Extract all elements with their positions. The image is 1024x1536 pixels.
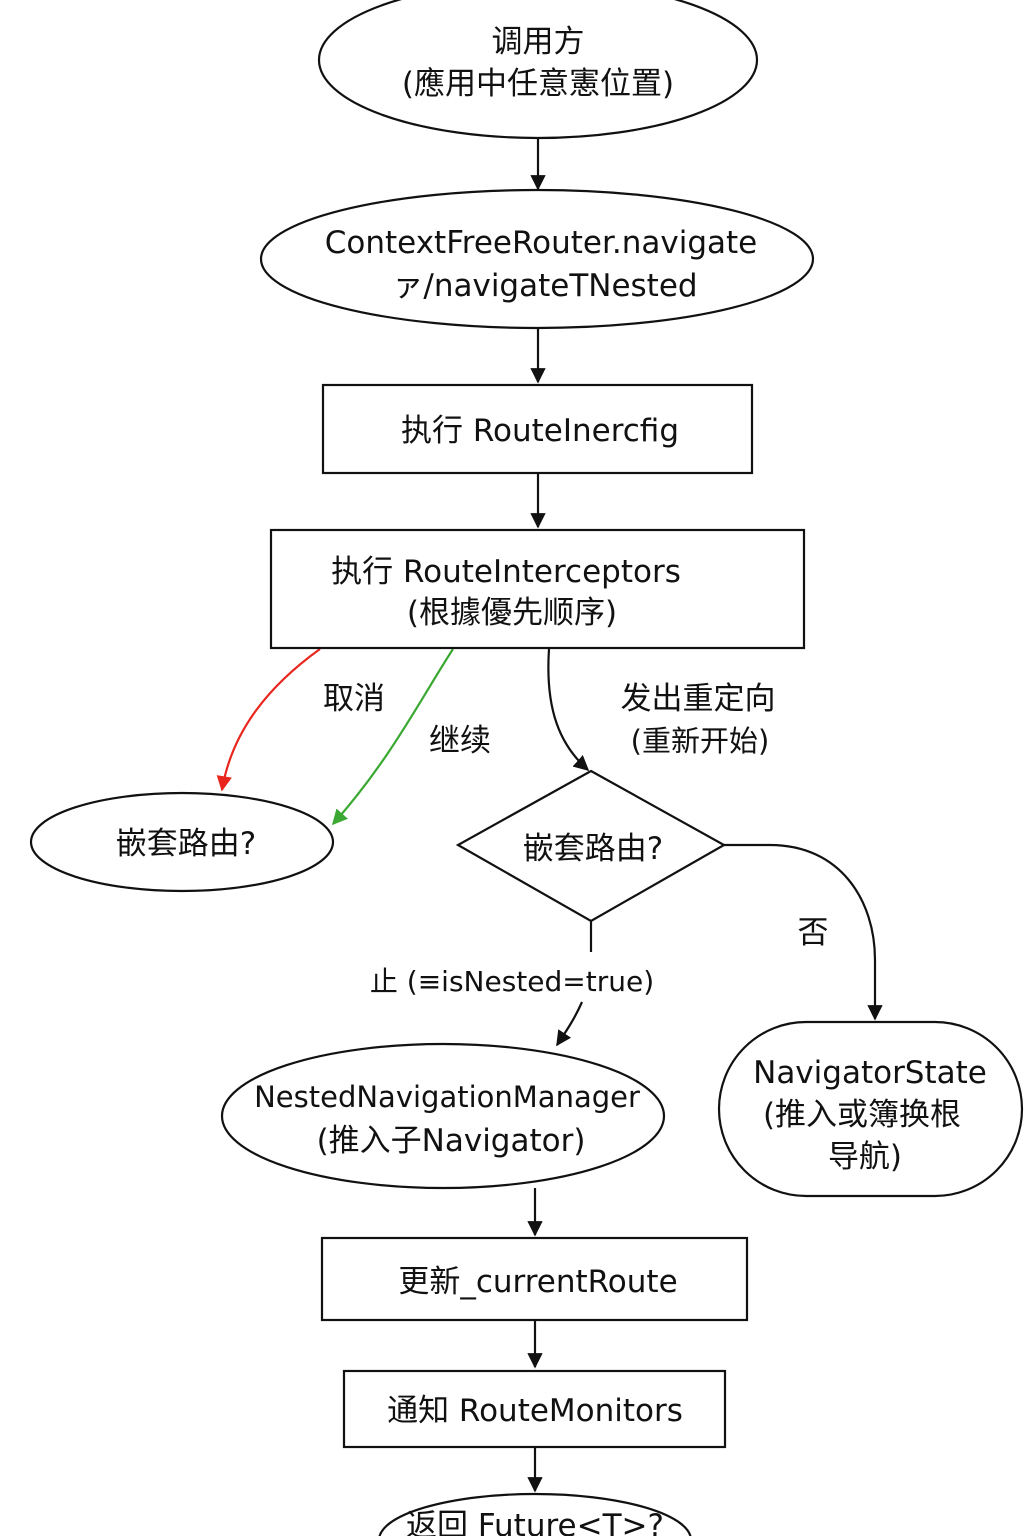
flowchart: 调用方 (應用中任意憲位置) ContextFreeRouter.navigat… bbox=[29, 0, 1024, 1536]
node-navigator-state-line3: 导航) bbox=[828, 1139, 902, 1175]
node-navigator-state-line1: NavigatorState bbox=[753, 1055, 987, 1091]
node-notify: 通知 RouteMonitors bbox=[342, 1369, 727, 1449]
edge-label-cancel: 取消 bbox=[323, 681, 385, 717]
node-nested-manager-line1: NestedNavigationManager bbox=[254, 1080, 640, 1114]
node-nested-decision-label: 嵌套路由? bbox=[523, 831, 663, 867]
node-interceptors-line1: 执行 RouteInterceptors bbox=[331, 554, 681, 590]
node-route-config: 执行 RouteInercfig bbox=[321, 383, 754, 475]
edge-label-redirect-line2: (重新开始) bbox=[631, 724, 770, 758]
node-caller-line2: (應用中任意憲位置) bbox=[402, 66, 674, 102]
node-return-label: 返回 Future<T>? bbox=[406, 1508, 664, 1536]
node-nested-manager: NestedNavigationManager (推入子Navigator) bbox=[220, 1042, 666, 1190]
node-update-route: 更新_currentRoute bbox=[320, 1236, 749, 1322]
node-nested-manager-line2: (推入子Navigator) bbox=[317, 1123, 586, 1159]
edge-label-yes: 止 (≡isNested=true) bbox=[370, 965, 654, 998]
node-nested-decision: 嵌套路由? bbox=[455, 769, 727, 923]
edge-yes-arrow bbox=[556, 1001, 584, 1047]
node-navigator-state: NavigatorState (推入或簿换根 导航) bbox=[717, 1020, 1024, 1198]
node-navigate-line2: ァ/navigateTNested bbox=[392, 268, 697, 304]
node-update-route-label: 更新_currentRoute bbox=[398, 1264, 677, 1300]
edge-label-continue: 继续 bbox=[429, 723, 491, 759]
node-navigate: ContextFreeRouter.navigate ァ/navigateTNe… bbox=[259, 188, 815, 330]
node-navigate-line1: ContextFreeRouter.navigate bbox=[325, 225, 757, 261]
node-caller-line1: 调用方 bbox=[492, 24, 585, 60]
node-navigator-state-line2: (推入或簿换根 bbox=[763, 1097, 961, 1133]
edge-label-no: 否 bbox=[798, 915, 829, 951]
node-caller: 调用方 (應用中任意憲位置) bbox=[317, 0, 759, 140]
node-return: 返回 Future<T>? bbox=[378, 1492, 692, 1536]
node-route-config-label: 执行 RouteInercfig bbox=[401, 413, 679, 449]
edge-label-redirect-line1: 发出重定向 bbox=[621, 681, 776, 717]
node-notify-label: 通知 RouteMonitors bbox=[387, 1393, 683, 1429]
edge-cancel bbox=[216, 648, 321, 792]
node-interceptors-line2: (根據優先顺序) bbox=[407, 595, 617, 631]
node-interceptors: 执行 RouteInterceptors (根據優先顺序) bbox=[269, 528, 806, 650]
node-nested-left: 嵌套路由? bbox=[29, 791, 335, 893]
node-nested-left-label: 嵌套路由? bbox=[116, 826, 256, 862]
edge-redirect bbox=[547, 648, 590, 772]
